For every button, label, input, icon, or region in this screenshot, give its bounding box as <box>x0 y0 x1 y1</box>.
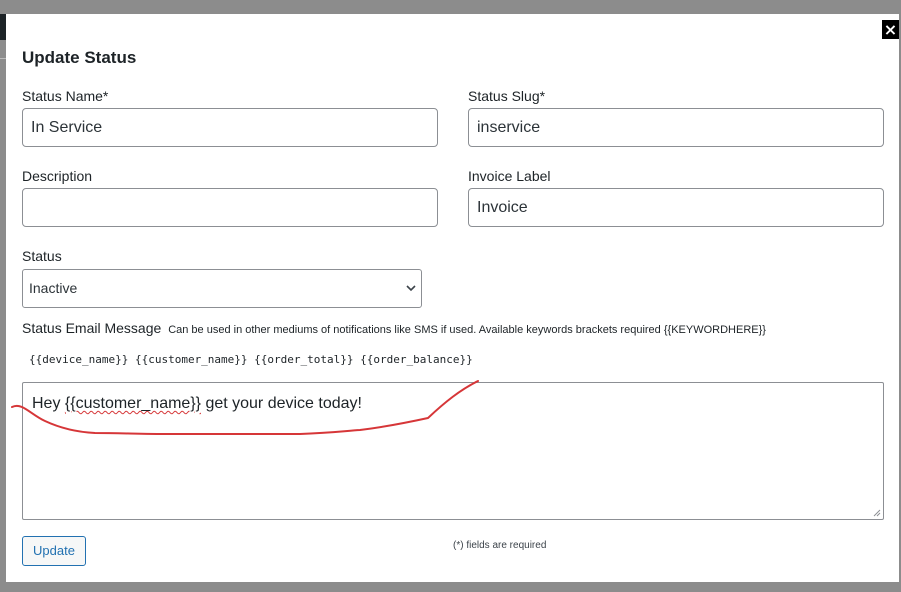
description-input[interactable] <box>22 188 438 227</box>
email-message-help: Can be used in other mediums of notifica… <box>168 324 766 336</box>
message-keyword: {{customer_name}} <box>64 395 201 412</box>
required-fields-note: (*) fields are required <box>453 540 547 551</box>
invoice-label-label: Invoice Label <box>468 168 551 184</box>
email-message-label-row: Status Email Message Can be used in othe… <box>22 320 766 336</box>
status-name-label: Status Name* <box>22 88 109 104</box>
status-select[interactable]: Inactive <box>22 269 422 308</box>
message-text-prefix: Hey <box>32 395 65 412</box>
status-label: Status <box>22 248 62 264</box>
invoice-label-input[interactable] <box>468 188 884 227</box>
message-text-suffix: get your device today! <box>201 395 362 412</box>
email-message-label: Status Email Message <box>22 320 162 336</box>
modal-title: Update Status <box>22 48 137 67</box>
description-label: Description <box>22 168 93 184</box>
status-select-value: Inactive <box>29 280 78 296</box>
update-button[interactable]: Update <box>22 536 86 566</box>
close-icon[interactable]: × <box>882 20 899 39</box>
resize-handle-icon[interactable] <box>873 509 881 517</box>
status-name-input[interactable] <box>22 108 438 147</box>
status-slug-input[interactable] <box>468 108 884 147</box>
email-message-textarea[interactable]: Hey {{customer_name}} get your device to… <box>22 382 884 520</box>
chevron-down-icon <box>406 285 416 292</box>
status-slug-label: Status Slug* <box>468 88 546 104</box>
available-keywords: {{device_name}} {{customer_name}} {{orde… <box>29 353 473 366</box>
